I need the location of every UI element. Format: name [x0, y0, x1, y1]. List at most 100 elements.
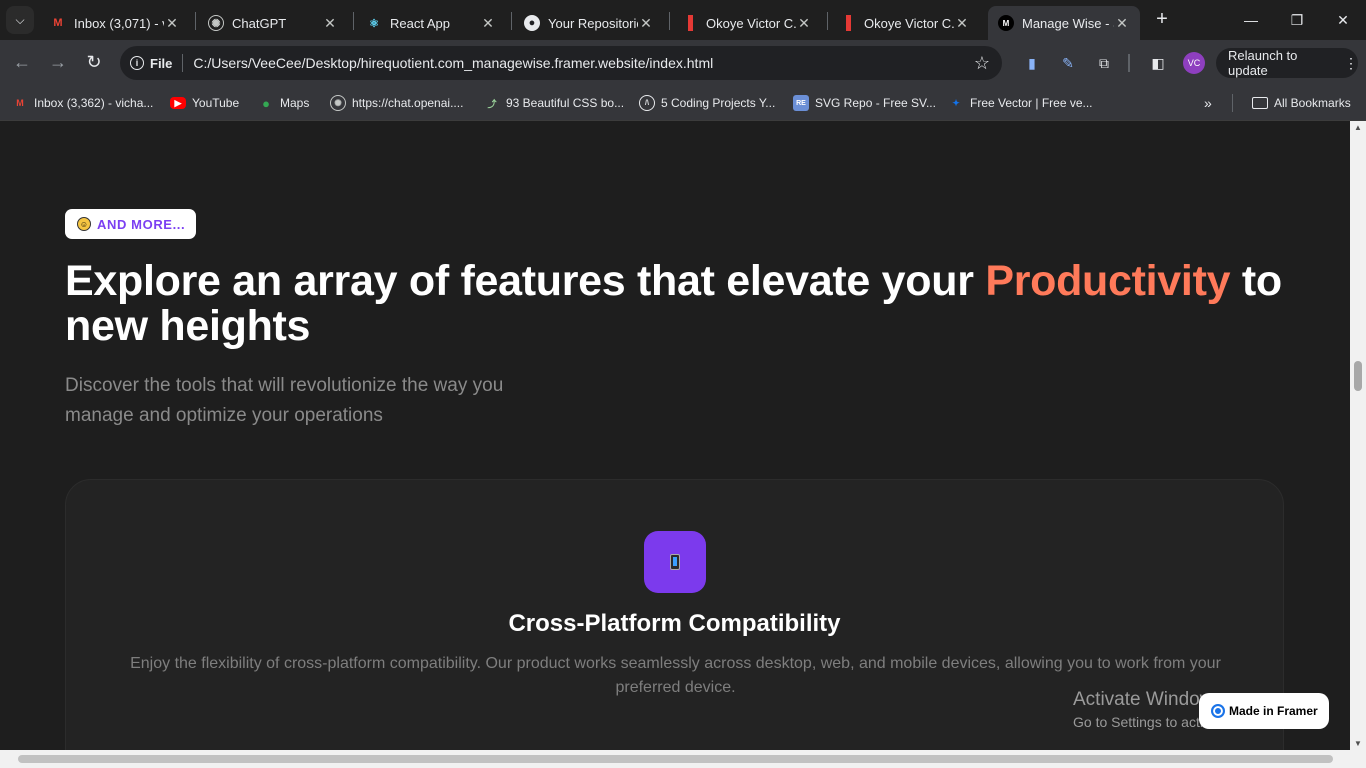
tab-title: Okoye Victor C. — [706, 15, 796, 31]
bookmark-label: Maps — [280, 96, 310, 110]
new-tab-plus-icon[interactable]: + — [1150, 8, 1174, 32]
gmail-icon: M — [16, 98, 24, 108]
more-vert-icon[interactable]: ⋮ — [1344, 55, 1358, 72]
browser-chrome: ⌵ M Inbox (3,071) - v ✕ ✺ ChatGPT ✕ ⚛ Re… — [0, 0, 1366, 121]
scrollbar-thumb[interactable] — [1354, 361, 1362, 391]
forward-arrow-icon[interactable]: → — [46, 51, 70, 75]
bookmark-star-icon[interactable]: ☆ — [974, 53, 990, 74]
badge-text: AND MORE... — [97, 216, 186, 232]
tab-divider — [353, 12, 354, 30]
chatgpt-icon: ✺ — [208, 15, 224, 31]
page-content: ☺ AND MORE... Explore an array of featur… — [0, 121, 1350, 750]
extensions-puzzle-icon[interactable]: ⧉ — [1093, 52, 1115, 74]
extension-pen-icon[interactable]: ✎ — [1057, 52, 1079, 74]
close-icon[interactable]: ✕ — [954, 15, 970, 32]
horizontal-scrollbar-thumb[interactable] — [18, 755, 1333, 763]
svgrepo-icon: RE — [793, 95, 809, 111]
css-icon: ⤴ — [487, 98, 497, 109]
toolbar: ← → ↻ i File C:/Users/VeeCee/Desktop/hir… — [0, 40, 1366, 86]
framer-badge-label: Made in Framer — [1229, 704, 1318, 718]
freepik-icon: ✦ — [952, 97, 960, 108]
red-doc-icon — [840, 15, 856, 31]
headline-accent: Productivity — [985, 257, 1231, 305]
managewise-icon: M — [998, 15, 1014, 31]
scheme-label: File — [150, 55, 173, 71]
scroll-up-arrow-icon[interactable]: ▲ — [1350, 123, 1366, 132]
coding-icon: /\ — [639, 95, 655, 111]
tab-title: Inbox (3,071) - v — [74, 15, 164, 31]
bookmark-item[interactable]: ● Maps — [258, 92, 309, 114]
close-icon[interactable]: ✕ — [638, 15, 654, 32]
folder-icon — [1252, 97, 1268, 109]
page-subheading: Discover the tools that will revolutioni… — [65, 375, 504, 426]
vertical-scrollbar[interactable]: ▲ ▼ — [1350, 121, 1366, 750]
minimize-icon[interactable]: — — [1228, 0, 1274, 40]
tab-divider — [669, 12, 670, 30]
bookmark-item[interactable]: /\ 5 Coding Projects Y... — [639, 92, 775, 114]
bookmark-label: https://chat.openai.... — [352, 96, 464, 110]
maps-pin-icon: ● — [262, 95, 270, 111]
tab-title: Manage Wise - S — [1022, 15, 1114, 31]
bookmark-item[interactable]: ⤴ 93 Beautiful CSS bo... — [484, 92, 624, 114]
horizontal-scrollbar[interactable] — [0, 750, 1366, 768]
page-headline: Explore an array of features that elevat… — [65, 259, 1305, 349]
restore-icon[interactable]: ❐ — [1274, 0, 1320, 40]
bookmark-item[interactable]: ▶ YouTube — [170, 92, 239, 114]
bookmarks-bar: M Inbox (3,362) - vicha... ▶ YouTube ● M… — [0, 86, 1366, 121]
bookmark-item[interactable]: M Inbox (3,362) - vicha... — [12, 92, 153, 114]
tab-title: Okoye Victor C. — [864, 15, 954, 31]
made-in-framer-badge[interactable]: Made in Framer — [1199, 693, 1329, 729]
bookmark-label: SVG Repo - Free SV... — [815, 96, 936, 110]
gmail-icon: M — [53, 17, 63, 29]
tab-title: React App — [390, 15, 450, 31]
headline-text: Explore an array of features that elevat… — [65, 257, 986, 305]
tab-okoye-1[interactable]: Okoye Victor C. ✕ — [672, 6, 822, 40]
close-icon[interactable]: ✕ — [322, 15, 338, 32]
side-panel-icon[interactable]: ◧ — [1147, 52, 1169, 74]
bookmark-item[interactable]: ✦ Free Vector | Free ve... — [948, 92, 1093, 114]
close-icon[interactable]: ✕ — [480, 15, 496, 32]
bookmarks-divider — [1232, 94, 1233, 112]
bookmarks-overflow-chevron-icon[interactable]: » — [1204, 92, 1212, 114]
address-bar[interactable]: i File C:/Users/VeeCee/Desktop/hirequoti… — [120, 46, 1002, 80]
reload-icon[interactable]: ↻ — [82, 51, 106, 75]
github-icon: ● — [524, 15, 540, 31]
relaunch-label: Relaunch to update — [1228, 48, 1298, 78]
bookmark-item[interactable]: RE SVG Repo - Free SV... — [793, 92, 936, 114]
bookmark-item[interactable]: ✺ https://chat.openai.... — [330, 92, 463, 114]
bookmark-label: 5 Coding Projects Y... — [661, 96, 776, 110]
bookmark-label: YouTube — [192, 96, 240, 110]
and-more-badge: ☺ AND MORE... — [65, 209, 197, 239]
relaunch-button[interactable]: Relaunch to update ⋮ — [1216, 48, 1358, 78]
extension-copy-icon[interactable]: ▮ — [1021, 52, 1043, 74]
info-icon[interactable]: i — [130, 56, 144, 70]
window-close-icon[interactable]: ✕ — [1320, 0, 1366, 40]
tab-react-app[interactable]: ⚛ React App ✕ — [356, 6, 506, 40]
profile-avatar[interactable]: VC — [1183, 52, 1205, 74]
toolbar-divider — [1128, 54, 1130, 72]
tab-divider — [511, 12, 512, 30]
back-arrow-icon[interactable]: ← — [10, 51, 34, 75]
tab-search-chevron-icon[interactable]: ⌵ — [6, 6, 34, 34]
tab-divider — [195, 12, 196, 30]
close-icon[interactable]: ✕ — [164, 15, 180, 32]
red-doc-icon — [682, 15, 698, 31]
chatgpt-icon: ✺ — [330, 95, 346, 111]
close-icon[interactable]: ✕ — [1114, 15, 1130, 32]
tab-divider — [827, 12, 828, 30]
react-icon: ⚛ — [369, 17, 379, 30]
tab-title: ChatGPT — [232, 15, 287, 31]
url-text[interactable]: C:/Users/VeeCee/Desktop/hirequotient.com… — [193, 55, 973, 71]
youtube-icon: ▶ — [170, 97, 186, 109]
omnibox-divider — [182, 54, 184, 72]
tab-chatgpt[interactable]: ✺ ChatGPT ✕ — [198, 6, 348, 40]
tab-gmail[interactable]: M Inbox (3,071) - v ✕ — [40, 6, 190, 40]
tab-okoye-2[interactable]: Okoye Victor C. ✕ — [830, 6, 980, 40]
all-bookmarks[interactable]: All Bookmarks — [1252, 92, 1351, 114]
tab-github[interactable]: ● Your Repositorie ✕ — [514, 6, 664, 40]
bookmark-label: Inbox (3,362) - vicha... — [34, 96, 154, 110]
scroll-down-arrow-icon[interactable]: ▼ — [1350, 739, 1366, 748]
close-icon[interactable]: ✕ — [796, 15, 812, 32]
bookmark-label: Free Vector | Free ve... — [970, 96, 1093, 110]
tab-manage-wise[interactable]: M Manage Wise - S ✕ — [988, 6, 1140, 40]
